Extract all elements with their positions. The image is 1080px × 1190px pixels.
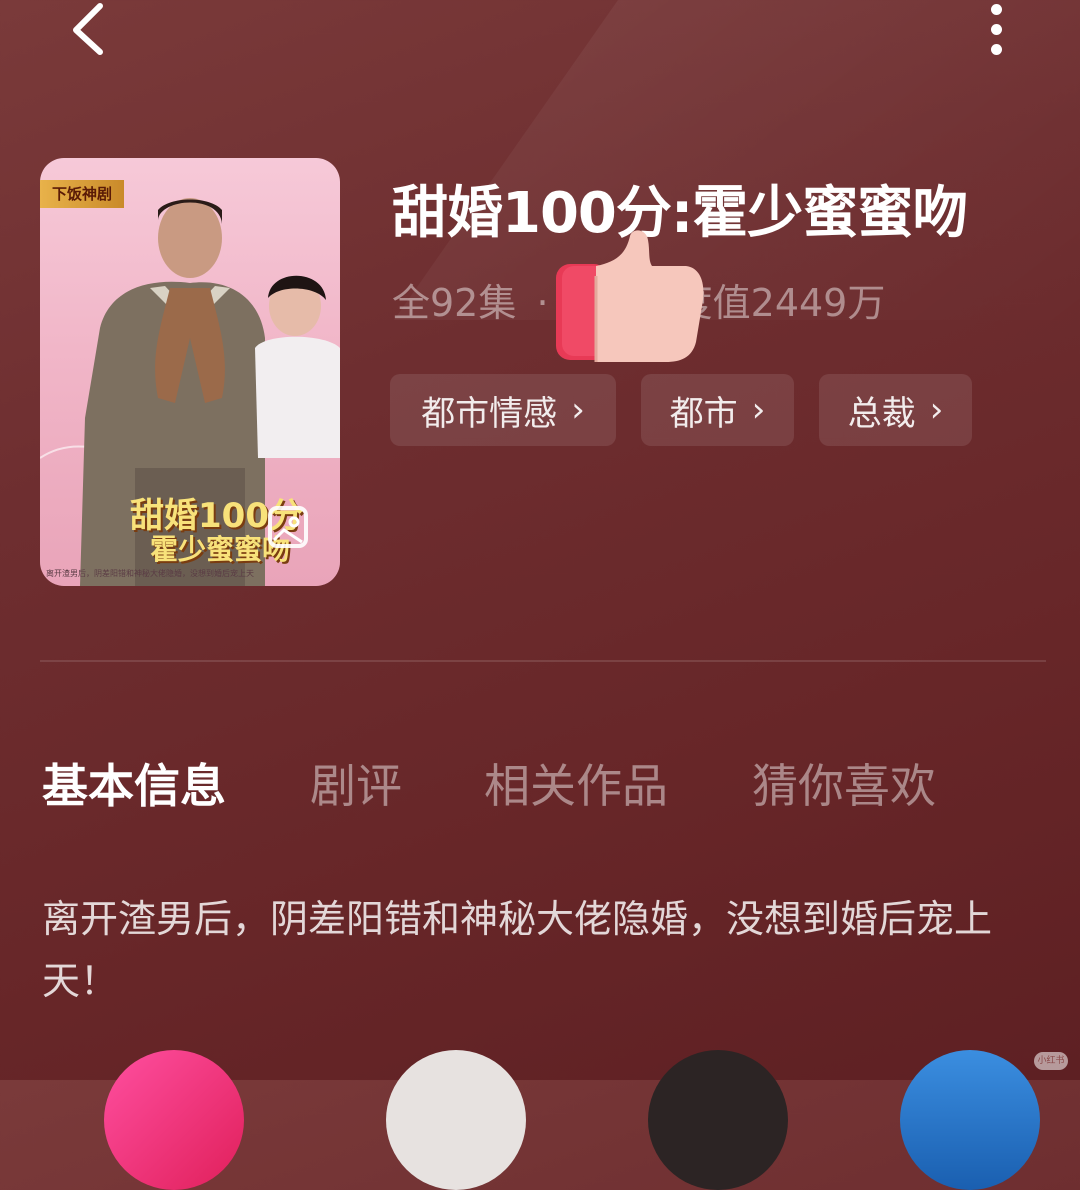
thumbs-up-icon [556,230,704,362]
poster-badge: 下饭神剧 [40,180,124,208]
tab-basic-info[interactable]: 基本信息 [42,750,226,816]
chevron-right-icon: › [571,390,585,430]
poster-tagline: 离开渣男后，阴差阳错和神秘大佬隐婚，没想到婚后宠上天 [46,569,254,578]
tag-label: 都市 [669,393,738,434]
avatar[interactable] [900,1050,1040,1190]
avatar[interactable] [648,1050,788,1190]
image-icon[interactable] [268,506,308,548]
back-button[interactable] [62,0,118,60]
drama-description: 离开渣男后，阴差阳错和神秘大佬隐婚，没想到婚后宠上天！ [42,897,993,1003]
tag-label: 都市情感 [421,393,558,434]
more-vertical-icon [991,4,1002,15]
tab-reviews[interactable]: 剧评 [310,750,402,816]
watermark: 小红书 [1034,1052,1068,1070]
tag-zongcai[interactable]: 总裁 › [819,374,972,446]
more-button[interactable] [978,0,1018,60]
avatar[interactable] [386,1050,526,1190]
chevron-left-icon [73,3,103,55]
episode-count: 全92集 [392,281,517,325]
tab-recommendations[interactable]: 猜你喜欢 [752,750,936,816]
tag-dushi[interactable]: 都市 › [641,374,794,446]
tag-dushi-qinggan[interactable]: 都市情感 › [390,374,616,446]
section-divider [40,660,1046,662]
avatar[interactable] [104,1050,244,1190]
chevron-right-icon: › [929,390,944,430]
tab-related-works[interactable]: 相关作品 [484,750,668,816]
chevron-right-icon: › [751,390,766,430]
meta-separator: · [536,281,549,325]
tag-label: 总裁 [847,393,916,434]
